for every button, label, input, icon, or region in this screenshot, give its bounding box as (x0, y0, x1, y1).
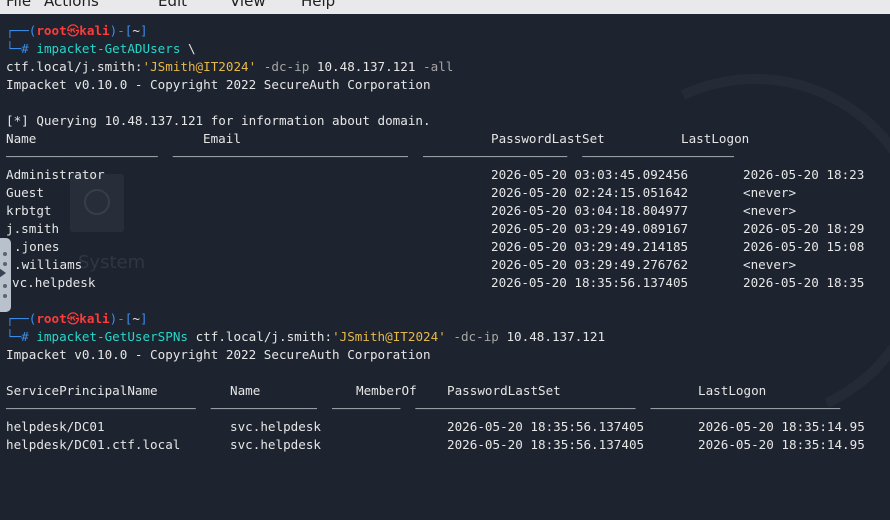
handle-dot (3, 294, 7, 298)
table-cell: <never> (743, 203, 797, 218)
col-passwordlastset-2: PasswordLastSet (447, 383, 561, 398)
table-row: krbtgt (6, 203, 52, 218)
col-memberof: MemberOf (356, 383, 417, 398)
table-row: vc.helpdesk (12, 275, 96, 290)
terminal-output[interactable]: System ┌──(root㉿kali)-[~] └─# impacket-G… (0, 14, 890, 520)
table-cell: <never> (743, 257, 797, 272)
table-cell: 2026-05-20 18:35:14.95 (698, 419, 865, 434)
query-status: [*] Querying 10.48.137.121 for informati… (6, 113, 431, 128)
col-name: Name (6, 131, 37, 146)
table-cell: 2026-05-20 03:29:49.089167 (491, 221, 689, 236)
handle-dot (3, 262, 7, 266)
menu-bar: File Actions Edit View Help (0, 0, 890, 14)
users-table-header: Name (6, 130, 36, 148)
table-row: Administrator (6, 167, 105, 182)
table-cell: 2026-05-20 18:35:56.137405 (447, 437, 645, 452)
col-email: Email (203, 131, 241, 146)
table-row: helpdesk/DC01.ctf.local (6, 437, 181, 452)
banner-1: Impacket v0.10.0 - Copyright 2022 Secure… (6, 77, 431, 92)
table-cell: svc.helpdesk (230, 437, 321, 452)
menu-view[interactable]: View (230, 0, 266, 10)
handle-dot (3, 252, 7, 256)
table-row: Guest (6, 185, 44, 200)
prompt-line-2: ┌──(root㉿kali)-[~] (6, 311, 148, 326)
table-cell: 2026-05-20 15:08 (743, 239, 865, 254)
menu-help[interactable]: Help (301, 0, 335, 10)
command-line-1: └─# impacket-GetADUsers \ (6, 41, 196, 56)
prompt-line-1: ┌──(root㉿kali)-[~] (6, 23, 148, 38)
table-cell: 2026-05-20 18:35:56.137405 (491, 275, 689, 290)
col-spn: ServicePrincipalName (6, 383, 158, 398)
table-cell: 2026-05-20 03:03:45.092456 (491, 167, 689, 182)
table-row: .jones (14, 239, 60, 254)
menu-file[interactable]: File (6, 0, 31, 10)
col-passwordlastset: PasswordLastSet (491, 131, 605, 146)
table-cell: 2026-05-20 18:35:14.95 (698, 437, 865, 452)
desktop-icon-ghost-label: System (78, 252, 146, 273)
table-cell: 2026-05-20 03:04:18.804977 (491, 203, 689, 218)
menu-edit[interactable]: Edit (158, 0, 187, 10)
handle-dot (3, 284, 7, 288)
desktop-icon-ghost-ring (84, 189, 110, 215)
banner-2: Impacket v0.10.0 - Copyright 2022 Secure… (6, 347, 431, 362)
col-name-2: Name (230, 383, 261, 398)
table-row: helpdesk/DC01 (6, 419, 105, 434)
col-lastlogon: LastLogon (681, 131, 750, 146)
command-args-1: ctf.local/j.smith:'JSmith@IT2024' -dc-ip… (6, 59, 454, 74)
expand-arrow-icon[interactable] (0, 268, 6, 278)
spn-table-rule: ───────────────────────── ──────────────… (6, 401, 841, 416)
command-line-2: └─# impacket-GetUserSPNs ctf.local/j.smi… (6, 329, 606, 344)
table-cell: 2026-05-20 18:23 (743, 167, 865, 182)
table-cell: svc.helpdesk (230, 419, 321, 434)
table-cell: 2026-05-20 18:29 (743, 221, 865, 236)
table-cell: 2026-05-20 03:29:49.214185 (491, 239, 689, 254)
col-lastlogon-2: LastLogon (698, 383, 767, 398)
table-cell: 2026-05-20 18:35:56.137405 (447, 419, 645, 434)
menu-actions[interactable]: Actions (44, 0, 99, 10)
table-row: .williams (14, 257, 83, 272)
table-cell: 2026-05-20 03:29:49.276762 (491, 257, 689, 272)
table-cell: <never> (743, 185, 797, 200)
users-table-rule: ──────────────────── ───────────────────… (6, 149, 734, 164)
table-cell: 2026-05-20 18:35 (743, 275, 865, 290)
table-cell: 2026-05-20 02:24:15.051642 (491, 185, 689, 200)
table-row: j.smith (6, 221, 60, 236)
